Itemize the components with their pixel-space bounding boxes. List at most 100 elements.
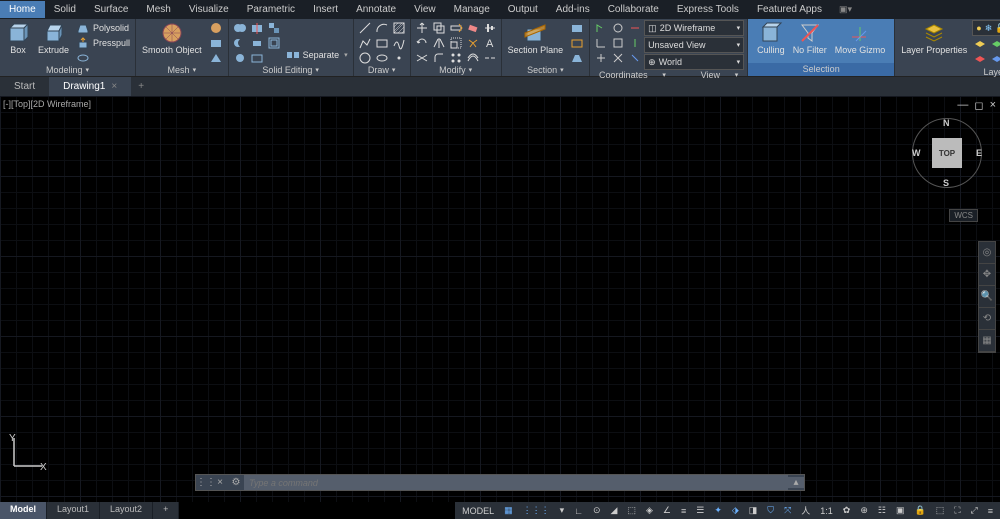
- status-hw-icon[interactable]: ⛶: [951, 502, 963, 519]
- se-thicken-icon[interactable]: [249, 36, 265, 50]
- section-plane-button[interactable]: Section Plane: [505, 20, 567, 56]
- explode-icon[interactable]: [465, 36, 481, 50]
- status-otrack-icon[interactable]: ∠: [660, 502, 674, 519]
- status-grid-icon[interactable]: ▦: [501, 502, 516, 519]
- close-tab-icon[interactable]: ×: [111, 81, 117, 92]
- hatch-icon[interactable]: [391, 21, 407, 35]
- ucs-icon-7[interactable]: [627, 21, 643, 35]
- ucs-icon-1[interactable]: [593, 21, 609, 35]
- nav-pan-icon[interactable]: ✥: [979, 264, 995, 286]
- layer-properties-button[interactable]: Layer Properties: [898, 20, 970, 56]
- point-icon[interactable]: [391, 51, 407, 65]
- status-am-icon[interactable]: ⊕: [857, 502, 871, 519]
- viewcube-top-face[interactable]: TOP: [932, 138, 962, 168]
- mirror-icon[interactable]: [431, 36, 447, 50]
- trim-icon[interactable]: [414, 51, 430, 65]
- menu-annotate[interactable]: Annotate: [347, 1, 405, 18]
- stretch-icon[interactable]: [448, 21, 464, 35]
- copy-icon[interactable]: [431, 21, 447, 35]
- layout-tab-2[interactable]: Layout2: [100, 502, 153, 519]
- drawing-canvas[interactable]: [-][Top][2D Wireframe] — ◻ × TOP N S E W…: [0, 96, 1000, 502]
- smooth-object-button[interactable]: Smooth Object: [139, 20, 205, 56]
- text-icon[interactable]: A: [482, 36, 498, 50]
- culling-button[interactable]: Culling: [754, 20, 788, 56]
- new-tab-button[interactable]: +: [131, 77, 151, 96]
- ucs-icon-4[interactable]: [610, 21, 626, 35]
- menu-expand-icon[interactable]: ▣▾: [839, 4, 852, 15]
- sec-btn3[interactable]: [568, 51, 586, 65]
- viewcube-e[interactable]: E: [976, 148, 982, 158]
- status-tsp-icon[interactable]: ☰: [693, 502, 707, 519]
- view-cube[interactable]: TOP N S E W: [912, 118, 982, 188]
- ucs-icon-3[interactable]: [593, 51, 609, 65]
- mesh-btn2[interactable]: [207, 36, 225, 50]
- menu-featured[interactable]: Featured Apps: [748, 1, 831, 18]
- add-layout-button[interactable]: +: [153, 502, 179, 519]
- align-icon[interactable]: [482, 21, 498, 35]
- revolve-button[interactable]: [74, 51, 132, 65]
- se-imprint-icon[interactable]: [249, 51, 265, 65]
- status-iso2-icon[interactable]: ⬚: [933, 502, 948, 519]
- line-icon[interactable]: [357, 21, 373, 35]
- polysolid-button[interactable]: Polysolid: [74, 21, 132, 35]
- ucs-icon-9[interactable]: [627, 51, 643, 65]
- nav-show-icon[interactable]: ▦: [979, 330, 995, 352]
- status-gizmo-icon[interactable]: ⤧: [781, 502, 794, 519]
- viewcube-n[interactable]: N: [943, 118, 950, 128]
- status-3dosnap-icon[interactable]: ◈: [643, 502, 656, 519]
- visual-style-combo[interactable]: ◫2D Wireframe▾: [644, 20, 744, 36]
- view-combo[interactable]: Unsaved View▾: [644, 37, 744, 53]
- mesh-btn3[interactable]: [207, 51, 225, 65]
- menu-solid[interactable]: Solid: [45, 1, 85, 18]
- ucs-icon-2[interactable]: [593, 36, 609, 50]
- ucs-icon-6[interactable]: [610, 51, 626, 65]
- status-3d-icon[interactable]: ◨: [746, 502, 761, 519]
- cmd-history-icon[interactable]: ▴: [788, 477, 804, 488]
- move-icon[interactable]: [414, 21, 430, 35]
- status-ortho-icon[interactable]: ∟: [571, 502, 586, 519]
- fillet-icon[interactable]: [431, 51, 447, 65]
- viewcube-w[interactable]: W: [912, 148, 921, 158]
- layer-combo[interactable]: ●❄🔓▣0▾: [972, 20, 1000, 36]
- menu-addins[interactable]: Add-ins: [547, 1, 599, 18]
- menu-home[interactable]: Home: [0, 1, 45, 18]
- cmd-close-icon[interactable]: ×: [212, 477, 228, 488]
- menu-parametric[interactable]: Parametric: [238, 1, 304, 18]
- rotate-icon[interactable]: [414, 36, 430, 50]
- status-cycle-icon[interactable]: ⬗: [729, 502, 742, 519]
- menu-collaborate[interactable]: Collaborate: [599, 1, 668, 18]
- status-units-icon[interactable]: ☷: [875, 502, 889, 519]
- circle-icon[interactable]: [357, 51, 373, 65]
- vp-maximize-icon[interactable]: ◻: [974, 99, 983, 112]
- viewcube-s[interactable]: S: [943, 178, 949, 188]
- polyline-icon[interactable]: [357, 36, 373, 50]
- separate-button[interactable]: Separate▾: [284, 48, 350, 62]
- viewport-label[interactable]: [-][Top][2D Wireframe]: [3, 99, 91, 109]
- ucs-icon[interactable]: Y X: [8, 432, 48, 472]
- se-offset-icon[interactable]: [266, 36, 282, 50]
- menu-output[interactable]: Output: [499, 1, 547, 18]
- status-filter-icon[interactable]: ⛉: [764, 502, 777, 519]
- status-annot-icon[interactable]: 人: [798, 502, 813, 519]
- move-gizmo-button[interactable]: Move Gizmo: [832, 20, 889, 56]
- status-polar-icon[interactable]: ⊙: [590, 502, 604, 519]
- menu-visualize[interactable]: Visualize: [180, 1, 238, 18]
- se-union-icon[interactable]: [232, 21, 248, 35]
- arc-icon[interactable]: [374, 21, 390, 35]
- menu-view[interactable]: View: [405, 1, 445, 18]
- ucs-combo[interactable]: ⊕World▾: [644, 54, 744, 70]
- scale-icon[interactable]: [448, 36, 464, 50]
- menu-express[interactable]: Express Tools: [668, 1, 748, 18]
- menu-surface[interactable]: Surface: [85, 1, 137, 18]
- menu-mesh[interactable]: Mesh: [137, 1, 179, 18]
- status-lock-icon[interactable]: 🔒: [911, 502, 928, 519]
- layout-tab-1[interactable]: Layout1: [47, 502, 100, 519]
- status-snap-icon[interactable]: ⋮⋮⋮: [520, 502, 553, 519]
- ellipse-icon[interactable]: [374, 51, 390, 65]
- wcs-label[interactable]: WCS: [949, 209, 978, 222]
- layer-i2[interactable]: [972, 53, 988, 67]
- cmd-handle-icon[interactable]: ⋮⋮: [196, 477, 212, 488]
- erase-icon[interactable]: [465, 21, 481, 35]
- sec-btn2[interactable]: [568, 36, 586, 50]
- status-scale[interactable]: 1:1: [817, 502, 836, 519]
